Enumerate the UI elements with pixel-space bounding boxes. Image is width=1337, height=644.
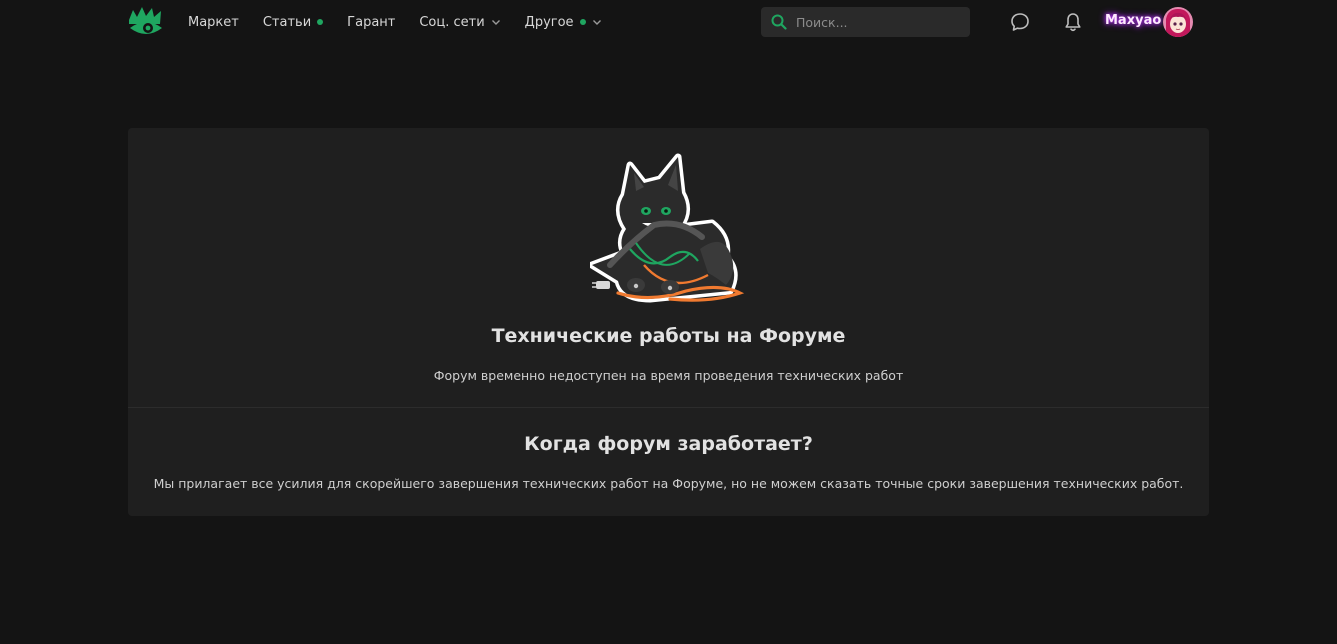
username-label[interactable]: Maxyao [1105, 13, 1161, 28]
nav-item-label: Статьи [262, 14, 312, 30]
maintenance-title: Технические работы на Форуме [491, 325, 846, 347]
top-navigation-bar: Маркет Статьи Гарант Соц. сети Другое По… [0, 0, 1337, 44]
bell-icon[interactable] [1062, 11, 1084, 33]
nav-item-label: Другое [524, 14, 574, 30]
nav-item-guarantee[interactable]: Гарант [347, 15, 395, 30]
section-divider [128, 407, 1209, 408]
faq-title: Когда форум заработает? [524, 433, 813, 455]
maintenance-description: Форум временно недоступен на время прове… [433, 368, 904, 383]
new-indicator-dot-icon [317, 19, 324, 25]
nav-item-other[interactable]: Другое [525, 15, 602, 30]
new-indicator-dot-icon [579, 19, 586, 25]
search-input[interactable] [794, 13, 958, 31]
search-icon [771, 14, 787, 30]
search-box[interactable] [761, 7, 970, 37]
faq-text: Мы прилагает все усилия для скорейшего з… [153, 476, 1184, 491]
nav-item-label: Соц. сети [419, 14, 485, 30]
nav-item-label: Гарант [347, 14, 396, 30]
avatar[interactable] [1163, 7, 1193, 37]
nav-item-articles[interactable]: Статьи [262, 14, 324, 30]
chevron-down-icon [592, 20, 601, 25]
messages-icon[interactable] [1009, 11, 1031, 33]
maintenance-panel: Технические работы на Форуме Форум време… [128, 128, 1209, 516]
main-nav: Маркет Статьи Гарант Соц. сети Другое [188, 0, 626, 44]
chevron-down-icon [491, 20, 500, 25]
fox-mascot-illustration-icon [588, 153, 750, 305]
nav-item-social[interactable]: Соц. сети [419, 15, 500, 30]
nav-item-label: Маркет [188, 14, 239, 30]
logo-icon[interactable] [127, 6, 165, 38]
nav-item-market[interactable]: Маркет [188, 15, 239, 30]
